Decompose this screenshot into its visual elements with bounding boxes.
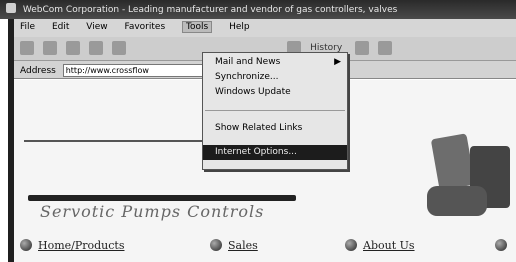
header-rule [24, 140, 204, 142]
product-photo [425, 128, 516, 233]
nav-label[interactable]: Home/Products [38, 239, 125, 252]
tools-menu: Mail and News ▶ Synchronize... Windows U… [202, 52, 348, 170]
forward-icon[interactable] [42, 41, 57, 55]
menu-separator [205, 110, 345, 111]
nav-label[interactable]: About Us [363, 239, 415, 252]
nav-home-products[interactable]: Home/Products [20, 236, 125, 254]
menu-item-internet-options[interactable]: Internet Options... [203, 145, 347, 160]
menu-favorites[interactable]: Favorites [124, 22, 165, 32]
menu-tools[interactable]: Tools [182, 21, 213, 33]
refresh-icon[interactable] [88, 41, 103, 55]
mail-icon[interactable] [355, 41, 370, 55]
nav-more[interactable] [495, 236, 513, 254]
menu-edit[interactable]: Edit [52, 22, 69, 32]
address-input[interactable]: http://www.crossflow [62, 64, 223, 77]
menu-bar: File Edit View Favorites Tools Help [14, 19, 516, 37]
nav-about-us[interactable]: About Us [345, 236, 415, 254]
menu-file[interactable]: File [20, 22, 35, 32]
menu-item-synchronize[interactable]: Synchronize... [203, 70, 347, 85]
site-logo: Servotic Pumps Controls [40, 202, 265, 221]
print-icon[interactable] [377, 41, 392, 55]
address-label: Address [20, 66, 56, 76]
menu-view[interactable]: View [86, 22, 107, 32]
logo-stripe [28, 195, 296, 201]
nav-bullet-icon [20, 239, 32, 251]
back-icon[interactable] [20, 41, 34, 55]
menu-item-show-related-links[interactable]: Show Related Links [203, 121, 347, 136]
nav-bullet-icon [345, 239, 357, 251]
home-icon[interactable] [111, 41, 126, 55]
menu-item-mail-and-news[interactable]: Mail and News ▶ [203, 55, 347, 70]
site-nav: Home/Products Sales About Us [20, 236, 516, 256]
submenu-arrow-icon: ▶ [334, 57, 341, 67]
stop-icon[interactable] [65, 41, 80, 55]
window-title-bar: WebCom Corporation - Leading manufacture… [0, 0, 516, 19]
nav-bullet-icon [210, 239, 222, 251]
browser-icon [6, 3, 16, 13]
window-title: WebCom Corporation - Leading manufacture… [22, 5, 398, 15]
nav-sales[interactable]: Sales [210, 236, 258, 254]
menu-item-windows-update[interactable]: Windows Update [203, 85, 347, 100]
nav-label[interactable]: Sales [228, 239, 258, 252]
menu-help[interactable]: Help [229, 22, 250, 32]
nav-bullet-icon [495, 239, 507, 251]
